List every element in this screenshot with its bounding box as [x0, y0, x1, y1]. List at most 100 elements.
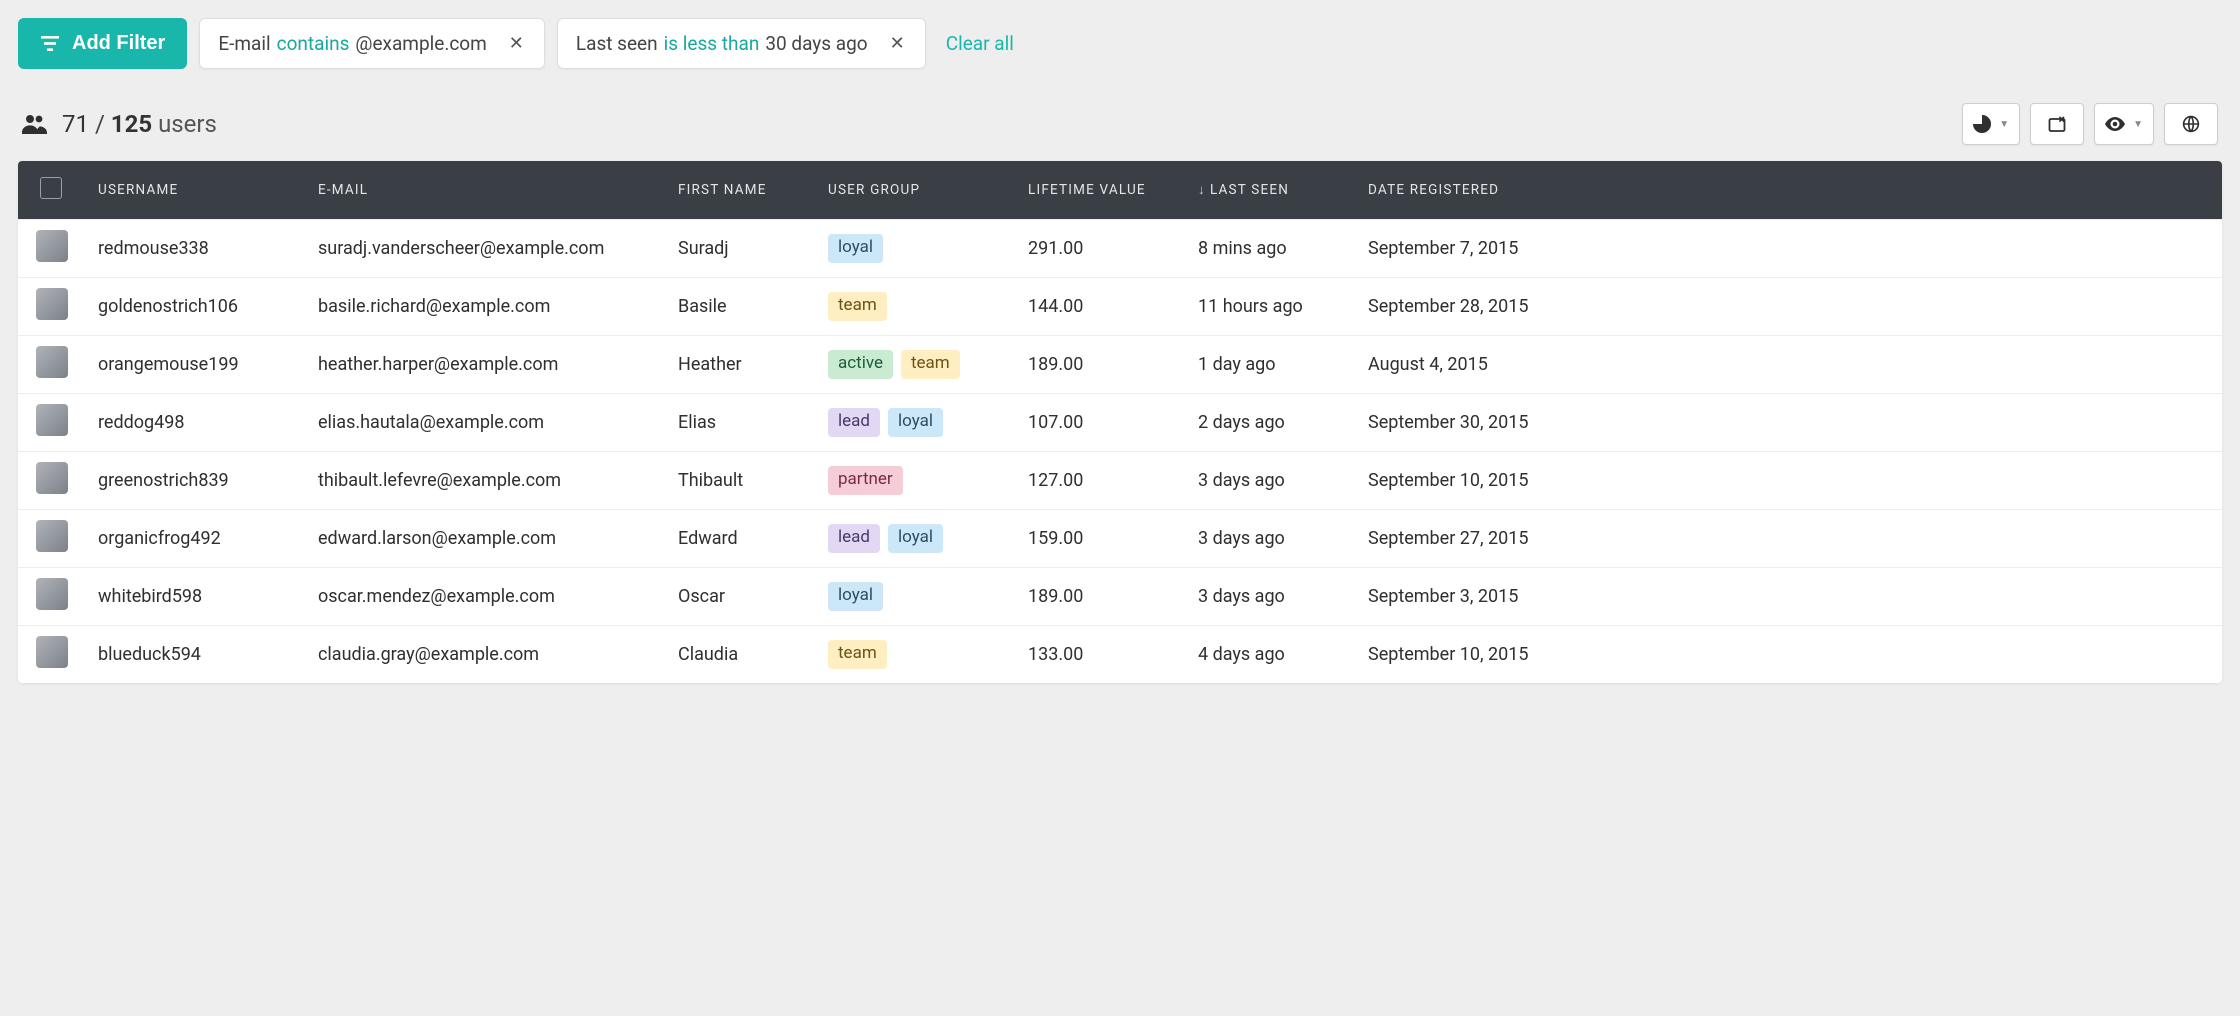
- col-email[interactable]: E-mail: [318, 182, 678, 198]
- cell-user-group: leadloyal: [828, 408, 1028, 436]
- cell-email: thibault.lefevre@example.com: [318, 470, 678, 491]
- user-group-tag: active: [828, 350, 893, 378]
- cell-user-group: partner: [828, 466, 1028, 494]
- avatar: [36, 404, 68, 436]
- user-group-tag: loyal: [888, 524, 943, 552]
- user-group-tag: lead: [828, 408, 880, 436]
- filter-value: 30 days ago: [765, 32, 867, 55]
- col-date-registered[interactable]: Date Registered: [1368, 182, 1568, 198]
- cell-first-name: Basile: [678, 296, 828, 317]
- chart-view-button[interactable]: ▼: [1962, 103, 2020, 145]
- cell-date-registered: September 7, 2015: [1368, 238, 1568, 259]
- cell-lifetime-value: 127.00: [1028, 470, 1198, 491]
- chevron-down-icon: ▼: [1999, 119, 2009, 130]
- cell-username: blueduck594: [98, 644, 318, 665]
- export-icon: [2048, 115, 2066, 133]
- clear-all-button[interactable]: Clear all: [938, 26, 1022, 61]
- table-header: Username E-mail First Name User Group Li…: [18, 161, 2222, 219]
- close-icon[interactable]: ✕: [503, 31, 530, 56]
- cell-user-group: active team: [828, 350, 1028, 378]
- cell-email: basile.richard@example.com: [318, 296, 678, 317]
- cell-lifetime-value: 291.00: [1028, 238, 1198, 259]
- cell-last-seen: 8 mins ago: [1198, 238, 1368, 259]
- table-row[interactable]: greenostrich839thibault.lefevre@example.…: [18, 451, 2222, 509]
- table-row[interactable]: blueduck594claudia.gray@example.comClaud…: [18, 625, 2222, 683]
- cell-date-registered: September 28, 2015: [1368, 296, 1568, 317]
- col-last-seen[interactable]: Last Seen: [1198, 182, 1368, 198]
- cell-username: greenostrich839: [98, 470, 318, 491]
- col-username[interactable]: Username: [98, 182, 318, 198]
- avatar: [36, 288, 68, 320]
- filter-bar: Add Filter E-mail contains @example.com✕…: [18, 18, 2222, 69]
- cell-email: heather.harper@example.com: [318, 354, 678, 375]
- cell-first-name: Claudia: [678, 644, 828, 665]
- user-group-tag: loyal: [828, 582, 883, 610]
- add-filter-button[interactable]: Add Filter: [18, 18, 187, 69]
- cell-username: whitebird598: [98, 586, 318, 607]
- count-total: 125: [111, 110, 152, 138]
- chevron-down-icon: ▼: [2133, 119, 2143, 130]
- avatar: [36, 636, 68, 668]
- cell-user-group: team: [828, 292, 1028, 320]
- user-group-tag: partner: [828, 466, 903, 494]
- cell-last-seen: 4 days ago: [1198, 644, 1368, 665]
- cell-email: suradj.vanderscheer@example.com: [318, 238, 678, 259]
- count-sep: /: [89, 110, 111, 138]
- table-row[interactable]: orangemouse199heather.harper@example.com…: [18, 335, 2222, 393]
- cell-date-registered: September 10, 2015: [1368, 644, 1568, 665]
- cell-email: oscar.mendez@example.com: [318, 586, 678, 607]
- cell-username: reddog498: [98, 412, 318, 433]
- cell-lifetime-value: 189.00: [1028, 354, 1198, 375]
- cell-date-registered: September 10, 2015: [1368, 470, 1568, 491]
- filter-chip[interactable]: E-mail contains @example.com✕: [199, 18, 545, 69]
- cell-first-name: Thibault: [678, 470, 828, 491]
- filter-operator: is less than: [664, 32, 760, 55]
- select-all-checkbox[interactable]: [40, 177, 62, 199]
- cell-username: organicfrog492: [98, 528, 318, 549]
- user-group-tag: team: [901, 350, 960, 378]
- cell-username: orangemouse199: [98, 354, 318, 375]
- cell-email: elias.hautala@example.com: [318, 412, 678, 433]
- user-group-tag: lead: [828, 524, 880, 552]
- filter-chips: E-mail contains @example.com✕Last seen i…: [199, 18, 925, 69]
- cell-first-name: Edward: [678, 528, 828, 549]
- table-body: redmouse338suradj.vanderscheer@example.c…: [18, 219, 2222, 683]
- globe-button[interactable]: [2164, 103, 2218, 145]
- cell-username: redmouse338: [98, 238, 318, 259]
- avatar: [36, 520, 68, 552]
- cell-lifetime-value: 133.00: [1028, 644, 1198, 665]
- cell-last-seen: 3 days ago: [1198, 470, 1368, 491]
- table-row[interactable]: goldenostrich106basile.richard@example.c…: [18, 277, 2222, 335]
- user-group-tag: team: [828, 292, 887, 320]
- cell-date-registered: September 27, 2015: [1368, 528, 1568, 549]
- table-row[interactable]: redmouse338suradj.vanderscheer@example.c…: [18, 219, 2222, 277]
- users-icon: [22, 114, 48, 134]
- col-user-group[interactable]: User Group: [828, 182, 1028, 198]
- cell-date-registered: September 3, 2015: [1368, 586, 1568, 607]
- visibility-button[interactable]: ▼: [2094, 103, 2154, 145]
- add-filter-label: Add Filter: [72, 32, 165, 55]
- user-group-tag: loyal: [828, 234, 883, 262]
- count-shown: 71: [62, 110, 89, 138]
- count-label: users: [158, 110, 217, 138]
- cell-first-name: Suradj: [678, 238, 828, 259]
- user-count-summary: 71 / 125 users: [22, 110, 217, 138]
- filter-field: Last seen: [576, 32, 658, 55]
- eye-icon: [2105, 117, 2125, 131]
- close-icon[interactable]: ✕: [884, 31, 911, 56]
- table-row[interactable]: whitebird598oscar.mendez@example.comOsca…: [18, 567, 2222, 625]
- filter-field: E-mail: [218, 32, 270, 55]
- filter-chip[interactable]: Last seen is less than 30 days ago ✕: [557, 18, 926, 69]
- avatar: [36, 230, 68, 262]
- table-row[interactable]: organicfrog492edward.larson@example.comE…: [18, 509, 2222, 567]
- globe-icon: [2182, 115, 2200, 133]
- cell-username: goldenostrich106: [98, 296, 318, 317]
- cell-last-seen: 2 days ago: [1198, 412, 1368, 433]
- cell-date-registered: August 4, 2015: [1368, 354, 1568, 375]
- col-first-name[interactable]: First Name: [678, 182, 828, 198]
- cell-last-seen: 3 days ago: [1198, 528, 1368, 549]
- export-button[interactable]: [2030, 103, 2084, 145]
- table-row[interactable]: reddog498elias.hautala@example.comEliasl…: [18, 393, 2222, 451]
- cell-date-registered: September 30, 2015: [1368, 412, 1568, 433]
- col-lifetime-value[interactable]: Lifetime Value: [1028, 182, 1198, 198]
